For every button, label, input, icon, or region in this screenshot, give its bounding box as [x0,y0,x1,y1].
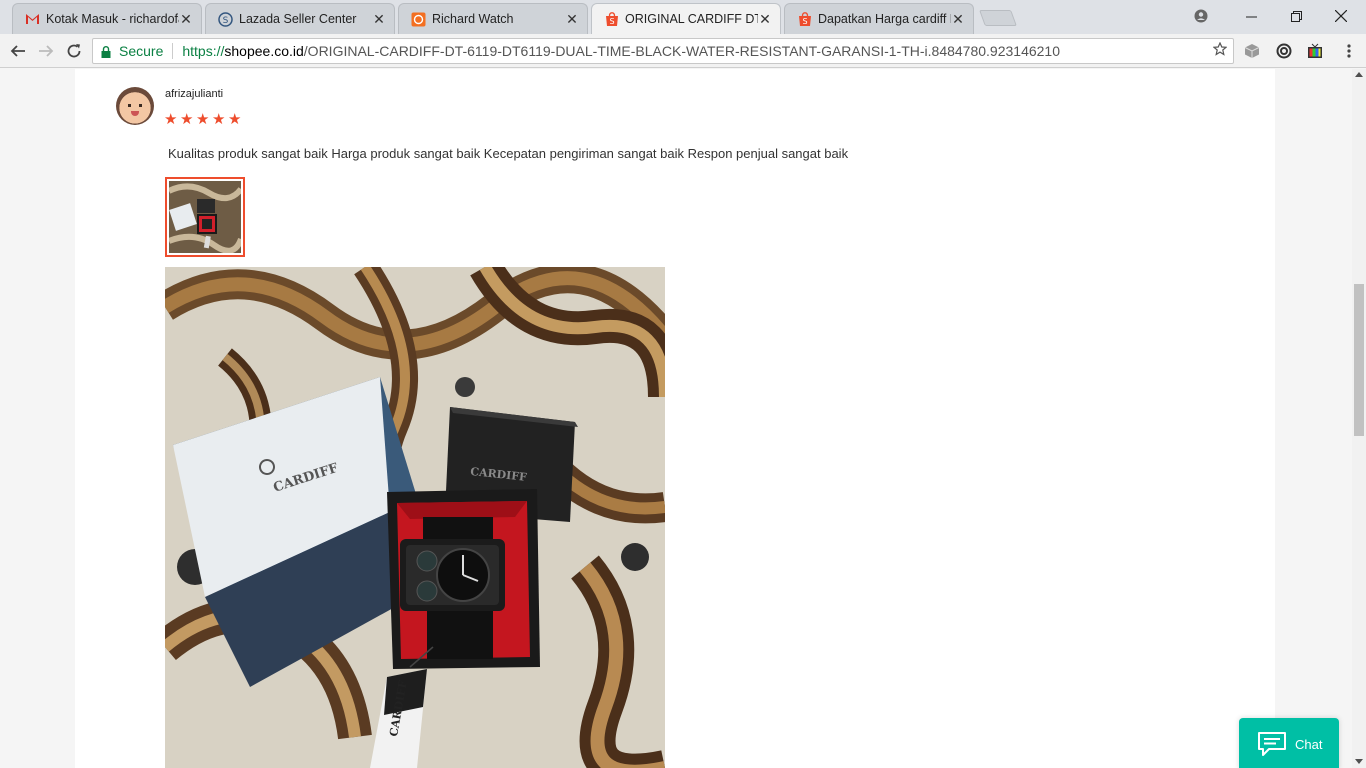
tab-gmail[interactable]: Kotak Masuk - richardofa ✕ [12,3,202,34]
review-text: Kualitas produk sangat baik Harga produk… [168,146,849,161]
tab-cardiff-product[interactable]: S ORIGINAL CARDIFF DT 6 ✕ [591,3,781,34]
url-path: /ORIGINAL-CARDIFF-DT-6119-DT6119-DUAL-TI… [303,43,1060,59]
url-host: shopee.co.id [224,43,304,59]
extension-cube-icon[interactable] [1243,42,1261,60]
close-icon[interactable]: ✕ [565,11,579,28]
page-scrollbar[interactable] [1352,69,1366,768]
tab-lazada[interactable]: S Lazada Seller Center ✕ [205,3,395,34]
shopee-icon: S [604,11,619,27]
profile-icon[interactable] [1178,0,1224,32]
secure-label: Secure [119,43,164,59]
lock-icon [101,45,111,58]
shop-icon [411,12,426,27]
minimize-button[interactable] [1228,0,1274,32]
tab-title: Dapatkan Harga cardiff D [818,12,951,26]
bookmark-star-icon[interactable] [1207,41,1233,61]
back-button[interactable] [6,39,30,63]
reviewer-username[interactable]: afrizajulianti [165,88,223,100]
review-photo[interactable]: CARDIFF CARDIFF CARDIFF [165,267,665,768]
avatar[interactable] [116,87,154,125]
tab-title: Kotak Masuk - richardofa [46,12,179,26]
star-icon: ★ [196,111,210,128]
page-viewport: afrizajulianti ★ ★ ★ ★ ★ Kualitas produk… [0,69,1352,768]
scroll-up-arrow-icon[interactable] [1355,72,1363,77]
close-icon[interactable]: ✕ [372,11,386,28]
svg-text:S: S [802,17,807,26]
chat-label: Chat [1295,736,1323,752]
extension-tv-icon[interactable] [1306,42,1324,60]
new-tab-button[interactable] [979,10,1017,26]
svg-text:S: S [609,17,614,26]
chat-button[interactable]: Chat [1239,718,1339,768]
rating-stars: ★ ★ ★ ★ ★ [164,112,242,128]
tab-strip: Kotak Masuk - richardofa ✕ S Lazada Sell… [0,0,1366,34]
url-text[interactable]: https://shopee.co.id/ORIGINAL-CARDIFF-DT… [182,43,1207,59]
scroll-down-arrow-icon[interactable] [1355,759,1363,764]
review-photo-thumbnail[interactable] [165,177,245,257]
browser-toolbar: Secure https://shopee.co.id/ORIGINAL-CAR… [0,34,1366,68]
star-icon: ★ [164,111,178,128]
menu-icon[interactable] [1340,42,1358,60]
close-window-button[interactable] [1318,0,1364,32]
star-icon: ★ [228,111,242,128]
tab-cardiff-price[interactable]: S Dapatkan Harga cardiff D ✕ [784,3,974,34]
tab-title: ORIGINAL CARDIFF DT 6 [625,12,758,26]
avatar-mouth [131,111,139,116]
chat-bubble-icon [1257,731,1287,757]
star-icon: ★ [212,111,226,128]
scrollbar-thumb[interactable] [1354,284,1364,436]
restore-button[interactable] [1273,0,1319,32]
close-icon[interactable]: ✕ [758,11,772,28]
divider [172,43,174,59]
reload-button[interactable] [62,39,86,63]
url-scheme: https:// [182,43,225,59]
shopee-icon: S [797,11,812,27]
lazada-icon: S [218,11,233,27]
tab-title: Lazada Seller Center [239,12,357,26]
tab-title: Richard Watch [432,12,514,26]
tab-richard-watch[interactable]: Richard Watch ✕ [398,3,588,34]
star-icon: ★ [180,111,194,128]
address-bar[interactable]: Secure https://shopee.co.id/ORIGINAL-CAR… [92,38,1234,64]
close-icon[interactable]: ✕ [179,11,193,28]
avatar-eyes [128,104,142,107]
gmail-icon [25,12,40,27]
thumbnail-image [169,181,241,253]
close-icon[interactable]: ✕ [951,11,965,28]
svg-text:S: S [223,16,229,26]
extension-spiral-icon[interactable] [1275,42,1293,60]
forward-button[interactable] [34,39,58,63]
